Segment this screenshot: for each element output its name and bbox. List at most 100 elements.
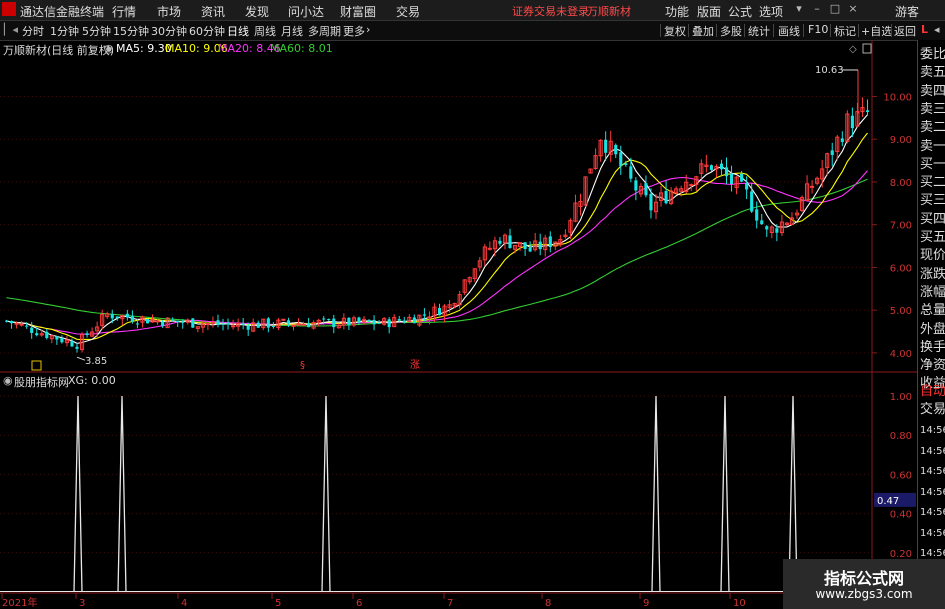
- ma20-line: [6, 170, 868, 335]
- candle-body-down: [760, 220, 764, 225]
- candle-body-down: [241, 323, 245, 325]
- watermark-url: www.zbgs3.com: [815, 587, 913, 601]
- candle-body-down: [30, 327, 34, 333]
- candle-body-down: [538, 241, 542, 250]
- quote-field-9: 买四: [920, 211, 945, 227]
- tick-time-6: 14:56: [920, 548, 945, 559]
- quote-field-16: 换手: [920, 339, 945, 355]
- tick-time-4: 14:56: [920, 507, 945, 518]
- candle-body-up: [19, 323, 24, 326]
- candle-body-down: [604, 139, 608, 153]
- candle-body-up: [231, 325, 236, 328]
- y-tick-label: 9.00: [890, 135, 912, 146]
- candle-body-down: [437, 307, 442, 316]
- candle-body-up: [281, 318, 286, 321]
- candle-body-down: [130, 316, 134, 322]
- candle-body-down: [256, 322, 260, 328]
- event-box-icon: [31, 360, 42, 371]
- candle-body-down: [60, 338, 64, 343]
- ma60-label: MA60: 8.01: [270, 42, 333, 55]
- y-tick-label: 10.00: [883, 92, 912, 103]
- candle-body-up: [689, 184, 694, 187]
- indicator-title: 股朋指标网: [14, 376, 69, 389]
- quote-field-17: 净资: [920, 358, 945, 374]
- candle-body-down: [271, 325, 275, 327]
- ma60-line: [6, 178, 868, 327]
- candle-body-down: [865, 110, 870, 113]
- candle-body-down: [548, 236, 552, 247]
- candle-body-down: [135, 323, 139, 325]
- x-tick-label: 8: [545, 598, 551, 609]
- ma5-label: MA5: 9.30: [116, 42, 172, 55]
- auto-trade-label-1[interactable]: 交易: [920, 402, 945, 418]
- quote-field-13: 涨幅: [920, 284, 945, 300]
- xg-value-label: XG: 0.00: [68, 374, 116, 387]
- site-watermark: 指标公式网 www.zbgs3.com: [783, 559, 945, 609]
- candle-body-down: [161, 321, 165, 327]
- quote-side-panel: 委比 卖五 卖四 卖三 卖二 卖一 买一 买二 买三 买四 买五 现价 涨跌 涨幅 总量 外盘 换手 净资 收益 自动…: [917, 40, 945, 609]
- candle-body-down: [387, 319, 391, 328]
- cursor-value-label: 0.47: [877, 496, 899, 507]
- candle-body-down: [226, 322, 230, 325]
- tick-time-1: 14:56: [920, 445, 945, 457]
- candle-body-down: [9, 320, 14, 324]
- candle-body-down: [629, 166, 633, 179]
- candle-body-down: [171, 319, 175, 321]
- candle-body-up: [427, 316, 432, 319]
- candle-body-down: [750, 191, 754, 212]
- candle-body-down: [266, 318, 270, 328]
- main-chart-info: 万顺新材(日线 前复权) ◉ MA5: 9.30 MA10: 9.06 MA20…: [0, 41, 870, 57]
- xg-signal-spike: [720, 395, 730, 593]
- candle-body-down: [221, 323, 225, 325]
- candle-body-down: [729, 173, 734, 184]
- xg-signal-spike: [73, 395, 83, 593]
- candle-body-down: [740, 173, 744, 182]
- candle-body-down: [709, 165, 713, 170]
- candle-body-down: [745, 183, 749, 190]
- candle-body-down: [35, 333, 39, 336]
- candle-body-down: [286, 320, 291, 324]
- candle-body-up: [810, 185, 815, 188]
- quote-field-15: 外盘: [920, 321, 945, 337]
- candle-body-down: [176, 320, 180, 323]
- quote-field-12: 涨跌: [920, 266, 945, 282]
- candle-body-down: [216, 320, 220, 325]
- candle-body-down: [347, 317, 351, 326]
- candle-body-down: [850, 115, 854, 129]
- candle-body-down: [719, 163, 724, 170]
- candle-body-down: [614, 144, 618, 155]
- y-tick-label: 6.00: [890, 263, 912, 274]
- low-pointer-line: [76, 356, 86, 361]
- low-price-label: 3.85: [85, 356, 107, 367]
- candle-body-down: [644, 183, 648, 196]
- event-marker-s: §: [300, 360, 305, 371]
- x-tick-label: 10: [733, 598, 746, 609]
- candle-body-down: [70, 341, 74, 347]
- sub-settings-icon[interactable]: ◉: [3, 374, 13, 387]
- candle-body-down: [357, 317, 361, 323]
- quote-field-3: 卖三: [920, 101, 945, 117]
- auto-trade-label-0[interactable]: 自动: [920, 384, 945, 400]
- quote-field-6: 买一: [920, 156, 945, 172]
- quote-field-4: 卖二: [920, 120, 945, 136]
- quote-field-1: 卖五: [920, 65, 945, 81]
- kline-chart[interactable]: 10.00 9.00 8.00 7.00 6.00 5.00 4.00 1.00 0.80 0.6…: [0, 0, 945, 609]
- sub-y-tick-label: 0.80: [890, 431, 912, 442]
- xg-signal-spike: [321, 395, 331, 593]
- candle-body-down: [724, 167, 729, 177]
- candle-body-down: [45, 331, 49, 339]
- candle-body-down: [4, 320, 9, 322]
- chart-title: 万顺新材(日线 前复权): [3, 44, 115, 57]
- ma10-line: [6, 132, 868, 340]
- settings-dot-icon[interactable]: ◉: [104, 42, 114, 55]
- xg-signal-spike: [651, 395, 661, 593]
- x-tick-label: 9: [643, 598, 649, 609]
- candle-body-down: [649, 193, 653, 211]
- candle-body-down: [624, 163, 628, 165]
- quote-field-10: 买五: [920, 230, 945, 245]
- candle-body-down: [145, 319, 150, 324]
- candle-body-down: [246, 325, 250, 330]
- candle-body-down: [125, 313, 129, 318]
- candle-body-up: [155, 320, 160, 323]
- y-tick-label: 8.00: [890, 178, 912, 189]
